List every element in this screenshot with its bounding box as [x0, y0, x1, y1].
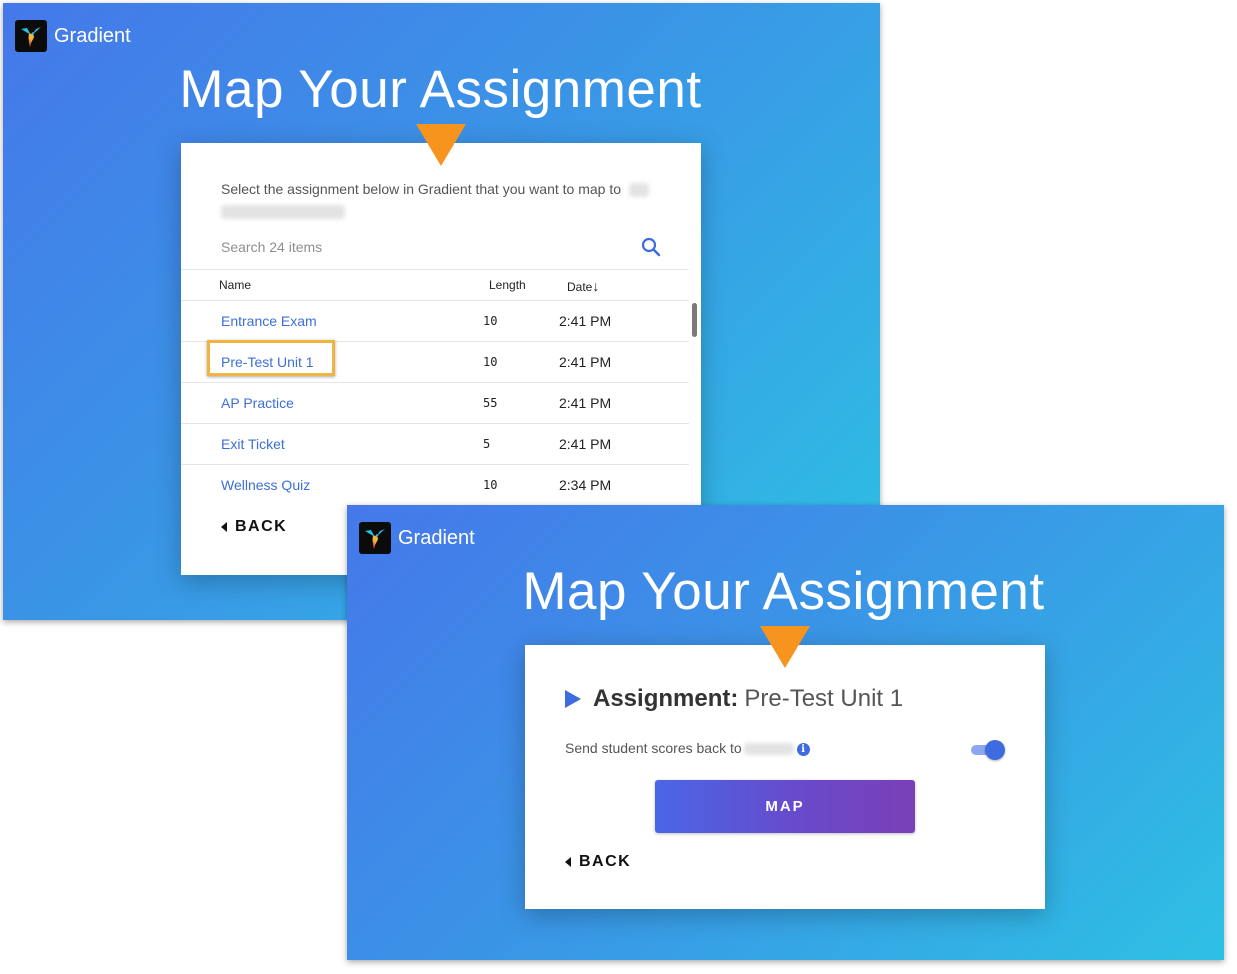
callout-arrow-icon — [760, 626, 810, 668]
search-bar — [221, 237, 661, 269]
map-confirm-screen: Gradient Map Your Assignment Assignment:… — [347, 505, 1224, 960]
table-row[interactable]: Exit Ticket 5 2:41 PM — [181, 424, 689, 465]
hummingbird-logo-icon — [15, 20, 47, 52]
assignment-name-link[interactable]: Exit Ticket — [221, 436, 285, 452]
send-scores-row: Send student scores back to i — [565, 740, 1005, 764]
table-row[interactable]: Wellness Quiz 10 2:34 PM — [181, 465, 689, 505]
callout-arrow-icon — [416, 124, 466, 166]
assignment-date: 2:41 PM — [559, 436, 612, 452]
assignment-length: 55 — [483, 396, 498, 410]
assignment-date: 2:41 PM — [559, 395, 612, 411]
back-button[interactable]: BACK — [565, 853, 631, 871]
back-label: BACK — [579, 853, 632, 870]
brand-name: Gradient — [398, 526, 475, 549]
map-assignment-card: Assignment: Pre-Test Unit 1 Send student… — [525, 645, 1045, 909]
assignment-name-link[interactable]: AP Practice — [221, 395, 294, 411]
assignment-name-link[interactable]: Pre-Test Unit 1 — [221, 354, 314, 370]
redacted-course-name — [221, 205, 345, 219]
table-row[interactable]: Pre-Test Unit 1 10 2:41 PM — [181, 340, 689, 383]
back-button[interactable]: BACK — [221, 518, 287, 536]
send-scores-toggle[interactable] — [969, 739, 1005, 761]
play-arrow-icon — [565, 690, 581, 708]
table-row[interactable]: Entrance Exam 10 2:41 PM — [181, 301, 689, 342]
instruction-text: Select the assignment below in Gradient … — [221, 179, 661, 219]
search-input[interactable] — [221, 239, 601, 255]
assignment-value: Pre-Test Unit 1 — [744, 685, 904, 712]
assignment-date: 2:41 PM — [559, 354, 612, 370]
assignment-label: Assignment: — [593, 685, 739, 712]
search-icon[interactable] — [641, 237, 661, 257]
table-scrollbar[interactable] — [692, 303, 697, 337]
map-button[interactable]: MAP — [655, 780, 915, 833]
caret-left-icon — [565, 857, 571, 867]
page-title: Map Your Assignment — [522, 562, 1045, 621]
assignment-date: 2:41 PM — [559, 313, 612, 329]
redacted-lms-name — [743, 743, 794, 756]
column-header-name[interactable]: Name — [219, 278, 251, 292]
assignment-date: 2:34 PM — [559, 477, 612, 493]
assignment-length: 10 — [483, 355, 498, 369]
assignment-heading: Assignment: Pre-Test Unit 1 — [565, 685, 903, 713]
assignment-name-link[interactable]: Entrance Exam — [221, 313, 317, 329]
caret-left-icon — [221, 522, 227, 532]
column-header-date[interactable]: Date↓ — [567, 278, 599, 294]
back-label: BACK — [235, 518, 288, 535]
column-header-length[interactable]: Length — [489, 278, 526, 292]
assignment-name-link[interactable]: Wellness Quiz — [221, 477, 310, 493]
brand-name: Gradient — [54, 24, 131, 47]
send-scores-label: Send student scores back to — [565, 740, 742, 756]
column-header-date-label: Date — [567, 280, 593, 294]
brand: Gradient — [15, 20, 131, 52]
brand: Gradient — [359, 522, 475, 554]
page-title: Map Your Assignment — [179, 60, 702, 119]
assignment-length: 5 — [483, 437, 491, 451]
assignment-length: 10 — [483, 478, 498, 492]
sort-down-arrow-icon: ↓ — [592, 278, 600, 294]
assignment-length: 10 — [483, 314, 498, 328]
table-row[interactable]: AP Practice 55 2:41 PM — [181, 383, 689, 424]
info-icon[interactable]: i — [796, 742, 810, 756]
toggle-knob — [985, 740, 1005, 760]
hummingbird-logo-icon — [359, 522, 391, 554]
instruction-label: Select the assignment below in Gradient … — [221, 181, 622, 197]
assignments-table: Name Length Date↓ Entrance Exam 10 2:41 … — [181, 269, 689, 505]
redacted-lms-name — [628, 183, 649, 198]
table-header: Name Length Date↓ — [181, 269, 689, 301]
